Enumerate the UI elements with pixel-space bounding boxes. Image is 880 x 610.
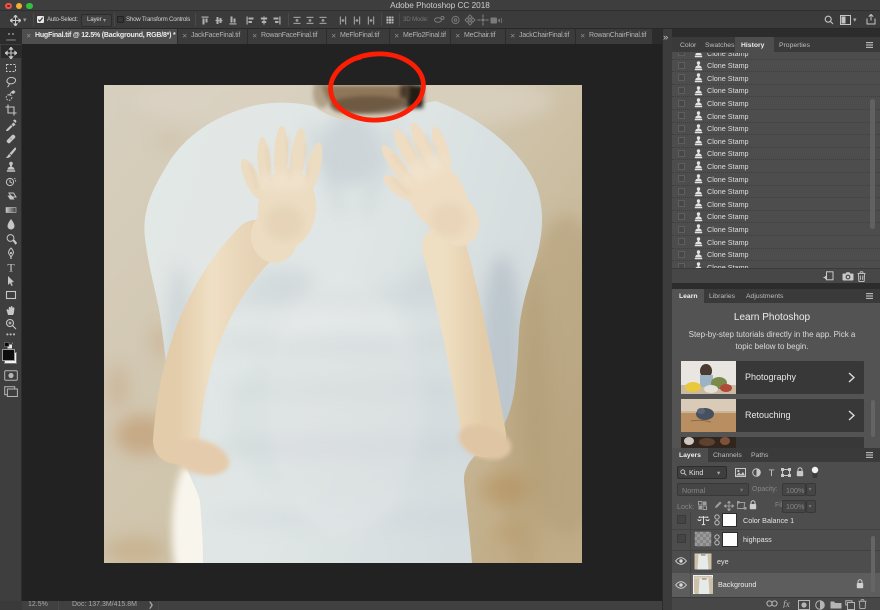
svg-text:fx: fx [783, 599, 791, 608]
svg-text:T: T [7, 261, 15, 273]
svg-text:T: T [769, 468, 775, 477]
